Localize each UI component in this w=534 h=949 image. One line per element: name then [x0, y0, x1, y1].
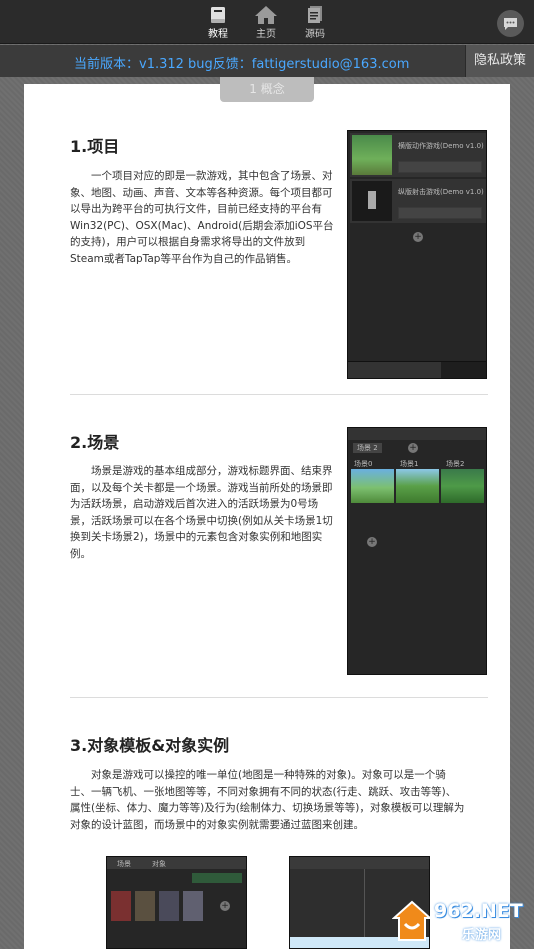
top-nav-bar: 教程 主页 源码 — [0, 0, 534, 44]
shot2-scene-selector[interactable]: 场景 2 — [353, 443, 382, 453]
scene-list-screenshot: 场景 2 + 场景0 场景1 场景2 + — [347, 427, 487, 675]
chat-bubble-icon — [504, 18, 517, 30]
shot3-header-object: 对象 — [152, 860, 166, 868]
watermark-logo: 962.NET 乐游网 — [392, 896, 532, 946]
tab-home[interactable]: 主页 — [244, 4, 288, 42]
shot3-header-scene: 场景 — [117, 860, 131, 868]
watermark-brand: 962.NET — [434, 900, 523, 922]
add-object-icon[interactable]: + — [220, 901, 230, 911]
watermark-sub: 乐游网 — [462, 928, 502, 943]
add-scene-small-icon[interactable]: + — [408, 443, 418, 453]
tab-tutorial-label: 教程 — [208, 29, 228, 40]
section-title-scene: 2.场景 — [70, 433, 120, 452]
section-title-object: 3.对象模板&对象实例 — [70, 736, 230, 755]
info-bar: 当前版本：v1.312 bug反馈：fattigerstudio@163.com… — [0, 45, 534, 77]
project-thumb-1 — [352, 135, 392, 175]
add-scene-icon[interactable]: + — [367, 537, 377, 547]
shot2-scene-label-2: 场景2 — [446, 460, 465, 468]
tab-source-label: 源码 — [305, 29, 325, 40]
shot2-header — [348, 428, 486, 440]
version-feedback-text: 当前版本：v1.312 bug反馈：fattigerstudio@163.com — [74, 57, 410, 72]
chapter-tab[interactable]: 1 概念 — [220, 77, 314, 102]
document-icon — [308, 6, 322, 23]
shot2-scene-label-1: 场景1 — [400, 460, 419, 468]
scene-thumb-2[interactable] — [441, 469, 484, 503]
watermark-house-icon — [392, 900, 432, 941]
section-title-project: 1.项目 — [70, 137, 120, 156]
tab-home-label: 主页 — [256, 29, 276, 40]
tab-tutorial[interactable]: 教程 — [196, 4, 240, 42]
project-thumb-2 — [352, 181, 392, 221]
scene-thumb-0[interactable] — [351, 469, 394, 503]
privacy-policy-button[interactable]: 隐私政策 — [465, 45, 534, 77]
scene-thumb-1[interactable] — [396, 469, 439, 503]
section-body-scene: 场景是游戏的基本组成部分，游戏标题界面、结束界面，以及每个关卡都是一个场景。游戏… — [70, 465, 333, 560]
shot2-scene-label-0: 场景0 — [354, 460, 373, 468]
section-body-project: 一个项目对应的即是一款游戏，其中包含了场景、对象、地图、动画、声音、文本等各种资… — [70, 170, 334, 265]
project-name-2: 纵版射击游戏(Demo v1.0) — [398, 188, 484, 196]
divider-2 — [70, 697, 488, 698]
book-icon — [211, 7, 225, 23]
tab-source[interactable]: 源码 — [293, 4, 337, 42]
project-name-1: 横版动作游戏(Demo v1.0) — [398, 142, 484, 150]
home-icon — [255, 6, 277, 24]
project-open-button-2[interactable] — [398, 207, 482, 219]
add-project-icon[interactable]: + — [413, 232, 423, 242]
project-open-button-1[interactable] — [398, 161, 482, 173]
divider-1 — [70, 394, 488, 395]
project-list-screenshot: 横版动作游戏(Demo v1.0) 纵版射击游戏(Demo v1.0) + — [347, 130, 487, 379]
app-window: 教程 主页 源码 当前版本：v1.312 bug反馈：fattigerstudi… — [0, 0, 534, 949]
object-template-screenshot: 场景 对象 + — [106, 856, 247, 949]
shot1-bottom-bar — [348, 361, 486, 378]
section-body-object: 对象是游戏可以操控的唯一单位(地图是一种特殊的对象)。对象可以是一个骑士、一辆飞… — [70, 769, 465, 831]
chat-button[interactable] — [497, 10, 524, 37]
